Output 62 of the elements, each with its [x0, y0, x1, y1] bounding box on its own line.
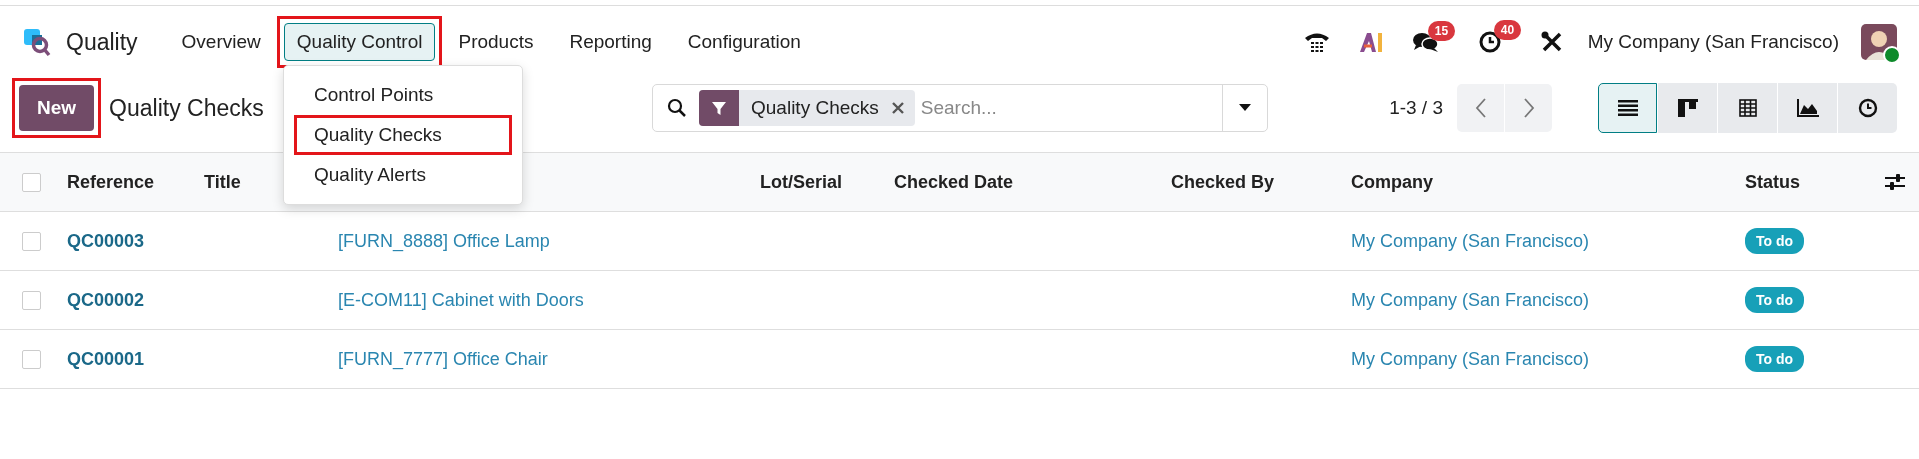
column-header[interactable]: Lot/Serial [760, 171, 894, 193]
status-badge: To do [1745, 228, 1805, 254]
company-link[interactable]: My Company (San Francisco) [1351, 289, 1745, 311]
settings-sliders-icon[interactable] [1884, 174, 1905, 190]
kanban-icon [1677, 99, 1698, 117]
reference-link[interactable]: QC00001 [67, 348, 204, 370]
column-header[interactable]: Checked By [1171, 171, 1351, 193]
message-count-badge: 15 [1427, 21, 1456, 41]
caret-icon [1239, 104, 1251, 112]
activity-view-button[interactable] [1838, 83, 1897, 133]
nav-menu-item[interactable]: Configuration [674, 23, 814, 61]
pager-value[interactable]: 1-3 / 3 [1389, 97, 1443, 119]
tools-icon[interactable] [1539, 30, 1564, 54]
filter-facet[interactable]: Quality Checks [699, 90, 915, 126]
dropdown-menu-item[interactable]: Quality Alerts [284, 155, 522, 195]
chevron-left-icon [1474, 98, 1487, 118]
remove-filter-icon[interactable] [890, 101, 905, 115]
nav-menu-item[interactable]: Overview [168, 23, 274, 61]
kanban-view-button[interactable] [1658, 83, 1717, 133]
column-header[interactable]: Company [1351, 171, 1745, 193]
page-title: Quality Checks [109, 94, 264, 122]
search-field[interactable]: Quality Checks Search... [652, 84, 1268, 132]
pivot-view-button[interactable] [1718, 83, 1777, 133]
chevron-right-icon [1522, 98, 1535, 118]
reference-link[interactable]: QC00003 [67, 230, 204, 252]
clock-icon [1857, 98, 1878, 118]
area-chart-icon [1796, 99, 1819, 117]
search-icon [667, 98, 687, 118]
reference-link[interactable]: QC00002 [67, 289, 204, 311]
column-header[interactable]: Checked Date [894, 171, 1171, 193]
product-link[interactable]: [FURN_8888] Office Lamp [338, 230, 760, 252]
status-badge: To do [1745, 287, 1805, 313]
graph-view-button[interactable] [1778, 83, 1837, 133]
grid-icon [1737, 98, 1758, 118]
new-button[interactable]: New [19, 85, 95, 131]
row-checkbox[interactable] [22, 349, 41, 369]
select-all-checkbox[interactable] [22, 172, 41, 192]
list-icon [1617, 100, 1638, 116]
list-view-button[interactable] [1598, 83, 1657, 133]
ai-icon[interactable] [1357, 31, 1384, 53]
company-switcher[interactable]: My Company (San Francisco) [1587, 31, 1839, 53]
column-header[interactable]: Reference [67, 171, 204, 193]
clock-icon[interactable] [1477, 30, 1502, 54]
row-checkbox[interactable] [22, 231, 41, 251]
user-avatar[interactable] [1861, 24, 1897, 60]
row-checkbox[interactable] [22, 290, 41, 310]
app-logo-icon[interactable] [22, 27, 52, 57]
activity-count-badge: 40 [1493, 20, 1522, 40]
nav-menu-item[interactable]: Reporting [556, 23, 665, 61]
company-link[interactable]: My Company (San Francisco) [1351, 230, 1745, 252]
status-badge: To do [1745, 346, 1805, 372]
column-header[interactable]: Status [1745, 171, 1870, 193]
company-link[interactable]: My Company (San Francisco) [1351, 348, 1745, 370]
dropdown-menu-item[interactable]: Quality Checks [294, 115, 512, 155]
nav-menu-item[interactable]: Quality Control [283, 23, 436, 61]
product-link[interactable]: [FURN_7777] Office Chair [338, 348, 760, 370]
product-link[interactable]: [E-COM11] Cabinet with Doors [338, 289, 760, 311]
dropdown-menu-item[interactable]: Control Points [284, 75, 522, 115]
app-name[interactable]: Quality [66, 28, 138, 56]
phone-icon[interactable] [1303, 31, 1330, 53]
filter-icon [711, 100, 727, 116]
nav-menu-item[interactable]: Products [445, 23, 547, 61]
